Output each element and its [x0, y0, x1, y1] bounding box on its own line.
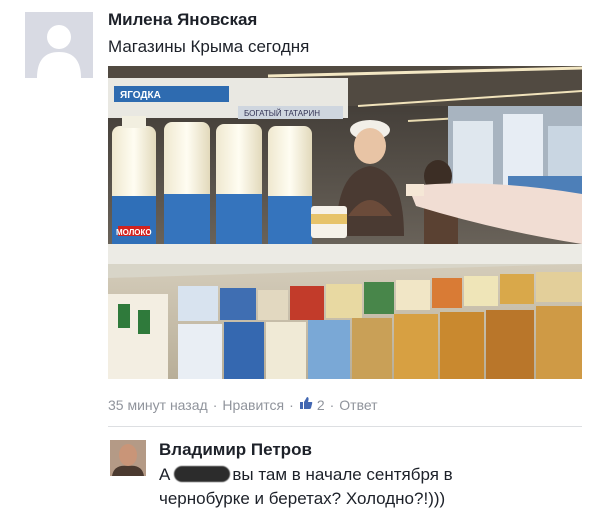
commenter-avatar[interactable]: [110, 440, 146, 476]
meta-separator: ·: [289, 396, 294, 413]
photo-illustration: ЯГОДКА БОГАТЫЙ ТАТАРИН МОЛОКО: [108, 66, 582, 379]
comment-text-suffix: вы там в начале сентября в: [232, 465, 453, 484]
sign-text-2: БОГАТЫЙ ТАТАРИН: [244, 109, 320, 118]
post-container: Милена Яновская Магазины Крыма сегодня Я…: [0, 0, 600, 530]
redacted-word: [174, 466, 231, 482]
bottle-label: МОЛОКО: [116, 228, 152, 237]
comment-text-line-2: чернобурке и беретах? Холодно?!))): [159, 489, 446, 508]
sign-text: ЯГОДКА: [120, 90, 161, 101]
post-timestamp[interactable]: 35 минут назад: [108, 397, 208, 413]
like-button[interactable]: Нравится: [222, 397, 284, 413]
thumbs-up-icon[interactable]: [299, 396, 313, 413]
comment-divider: [108, 426, 582, 427]
post-photo[interactable]: ЯГОДКА БОГАТЫЙ ТАТАРИН МОЛОКО: [108, 66, 582, 379]
meta-separator: ·: [329, 396, 335, 413]
comment-text-prefix: А: [159, 465, 171, 484]
commenter-name[interactable]: Владимир Петров: [159, 440, 312, 460]
commenter-avatar-image: [110, 440, 146, 476]
reply-button[interactable]: Ответ: [339, 397, 377, 413]
default-avatar-icon: [25, 12, 93, 78]
post-meta: 35 минут назад · Нравится · 2 · Ответ: [108, 396, 378, 413]
post-author-avatar[interactable]: [25, 12, 93, 78]
post-text: Магазины Крыма сегодня: [108, 37, 310, 56]
meta-separator: ·: [212, 396, 218, 413]
like-count[interactable]: 2: [317, 397, 325, 413]
post-author-name[interactable]: Милена Яновская: [108, 10, 257, 30]
comment-text-line-1: Авы там в начале сентября в: [159, 465, 453, 485]
